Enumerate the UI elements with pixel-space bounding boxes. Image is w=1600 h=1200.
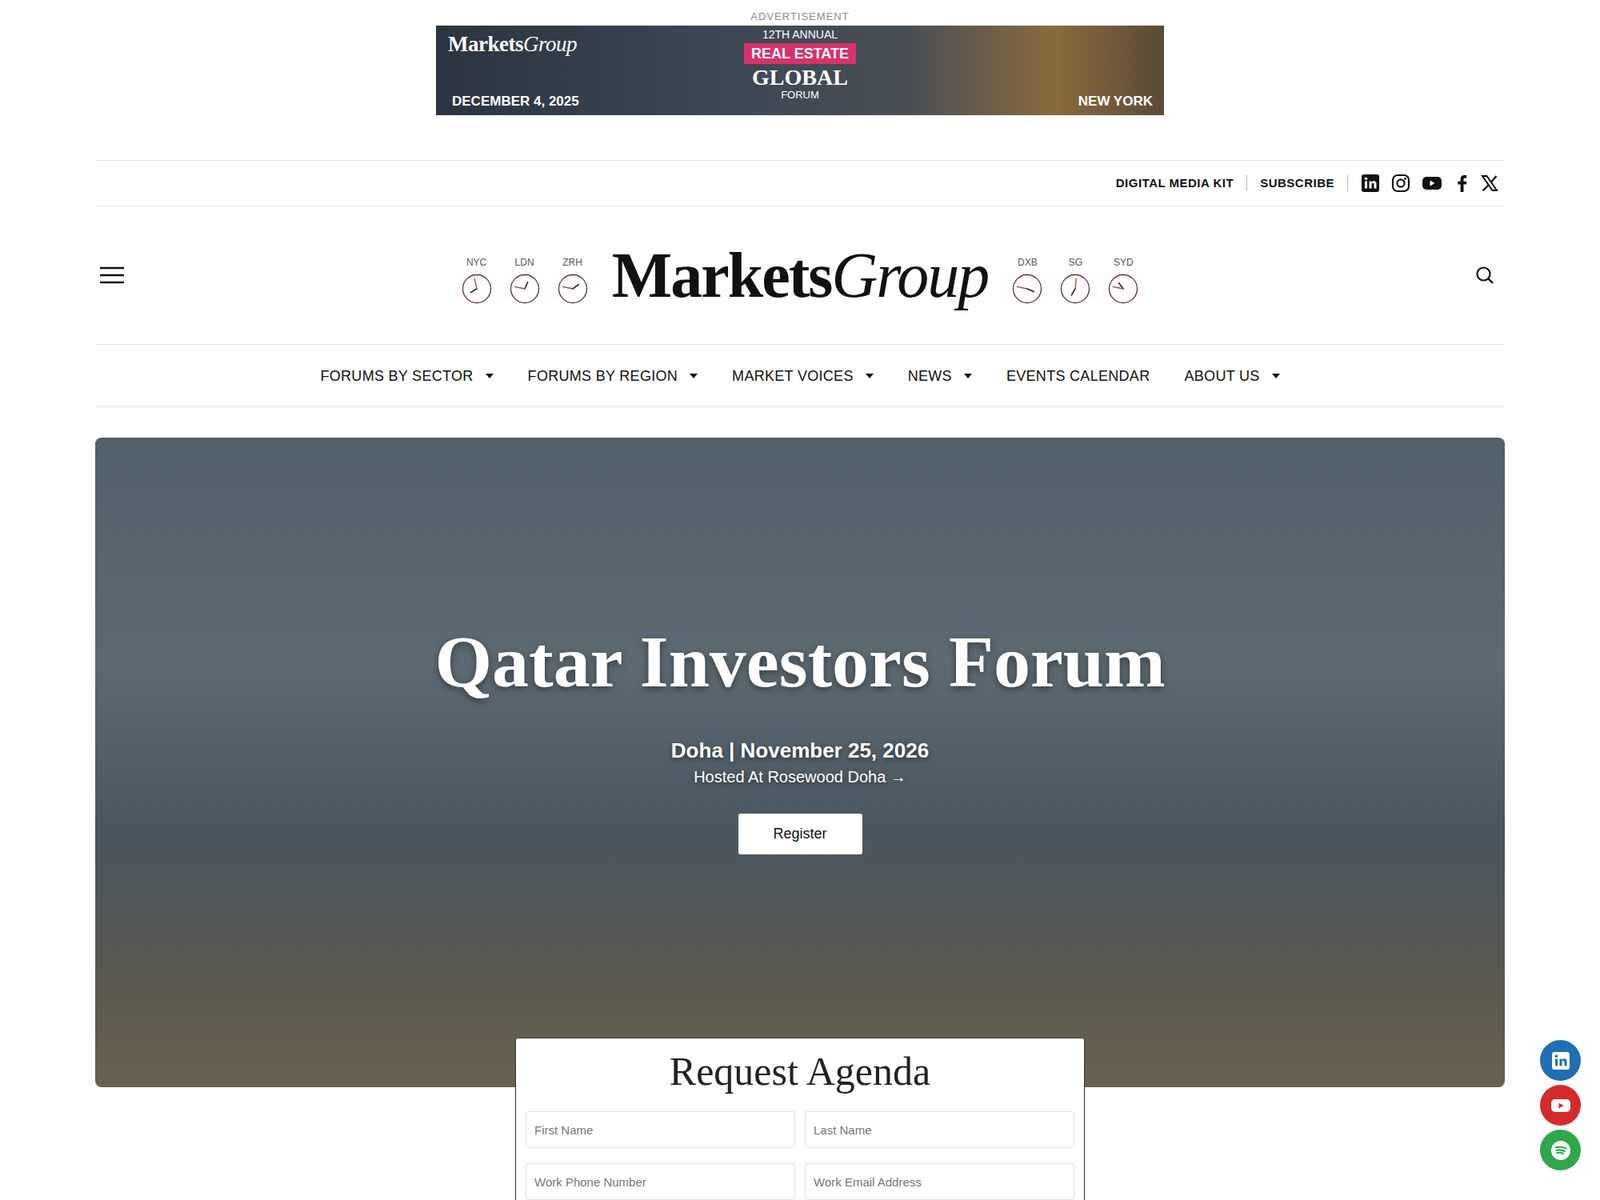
- floating-social: [1540, 1040, 1581, 1171]
- world-clock: DXB: [1012, 256, 1043, 304]
- linkedin-icon[interactable]: [1360, 173, 1380, 193]
- youtube-button[interactable]: [1540, 1084, 1581, 1126]
- header: NYC LDN ZRH MarketsGroup DXB SG SYD: [95, 206, 1505, 345]
- clock-label: SG: [1068, 256, 1083, 269]
- form-fields: [525, 1111, 1075, 1200]
- world-clock: SYD: [1108, 256, 1139, 304]
- clock-label: DXB: [1017, 256, 1038, 269]
- ad-title-block: 12TH ANNUAL REAL ESTATE GLOBAL FORUM: [436, 27, 1164, 101]
- nav-item[interactable]: MARKET VOICES: [732, 366, 874, 386]
- form-field[interactable]: [804, 1163, 1075, 1200]
- clock-label: ZRH: [562, 256, 583, 269]
- caret-icon: [865, 373, 874, 379]
- youtube-icon: [1550, 1096, 1572, 1115]
- ad-brand: MarketsGroup: [448, 30, 577, 58]
- caret-icon: [964, 373, 972, 379]
- x-icon[interactable]: [1480, 173, 1499, 193]
- hero-title: Qatar Investors Forum: [434, 618, 1165, 705]
- ad-brand-bold: Markets: [448, 32, 524, 56]
- separator: [1246, 175, 1248, 192]
- world-clock: SG: [1060, 256, 1091, 304]
- world-clock: LDN: [509, 256, 540, 304]
- form-title: Request Agenda: [525, 1046, 1075, 1096]
- ad-title: GLOBAL: [752, 65, 848, 90]
- clock-label: LDN: [515, 256, 535, 269]
- ad-badge: REAL ESTATE: [744, 43, 856, 64]
- clock-label: SYD: [1113, 256, 1134, 269]
- ad-brand-italic: Group: [523, 32, 577, 56]
- nav-label: NEWS: [908, 366, 952, 386]
- top-link[interactable]: DIGITAL MEDIA KIT: [1116, 175, 1234, 192]
- linkedin-button[interactable]: [1540, 1040, 1581, 1081]
- clock-label: NYC: [466, 256, 487, 269]
- logo-italic: Group: [831, 240, 988, 311]
- caret-icon: [1272, 373, 1280, 379]
- instagram-icon[interactable]: [1391, 173, 1411, 193]
- nav-item[interactable]: NEWS: [908, 366, 972, 386]
- clock-face-icon: [1108, 273, 1139, 304]
- search-icon[interactable]: [1474, 264, 1496, 286]
- ad-label: ADVERTISEMENT: [750, 9, 849, 24]
- caret-icon: [689, 373, 698, 379]
- register-button[interactable]: Register: [738, 813, 863, 855]
- youtube-icon[interactable]: [1421, 173, 1443, 193]
- menu-icon[interactable]: [98, 265, 126, 285]
- nav-item[interactable]: FORUMS BY SECTOR: [320, 366, 493, 386]
- clock-face-icon: [1012, 273, 1043, 304]
- nav-label: ABOUT US: [1184, 366, 1260, 386]
- top-link[interactable]: SUBSCRIBE: [1260, 175, 1335, 192]
- ad-date: DECEMBER 4, 2025: [452, 92, 580, 111]
- clock-face-icon: [557, 273, 588, 304]
- caret-icon: [485, 373, 494, 379]
- form-field[interactable]: [804, 1111, 1075, 1148]
- clock-face-icon: [1060, 273, 1091, 304]
- nav-label: FORUMS BY REGION: [528, 366, 679, 386]
- nav-label: MARKET VOICES: [732, 366, 854, 386]
- separator: [1347, 175, 1348, 192]
- request-agenda-form: Request Agenda: [515, 1037, 1085, 1200]
- ad-edition: 12TH ANNUAL: [762, 27, 838, 42]
- nav-label: FORUMS BY SECTOR: [320, 366, 473, 386]
- clock-face-icon: [509, 273, 540, 304]
- ad-city: NEW YORK: [1078, 92, 1153, 111]
- facebook-icon[interactable]: [1453, 173, 1470, 193]
- logo[interactable]: MarketsGroup: [612, 236, 989, 319]
- ad-subtitle: FORUM: [780, 89, 820, 101]
- advertisement: ADVERTISEMENT MarketsGroup DECEMBER 4, 2…: [0, 0, 1600, 116]
- clock-group: NYC LDN ZRH: [461, 251, 588, 304]
- header-center: NYC LDN ZRH MarketsGroup DXB SG SYD: [461, 232, 1140, 319]
- nav-label: EVENTS CALENDAR: [1006, 366, 1151, 386]
- ad-banner[interactable]: MarketsGroup DECEMBER 4, 2025 12TH ANNUA…: [436, 25, 1164, 116]
- hero: Qatar Investors Forum Doha | November 25…: [95, 437, 1505, 1088]
- hero-location-date: Doha | November 25, 2026: [671, 736, 929, 764]
- nav-item[interactable]: ABOUT US: [1184, 366, 1280, 386]
- social-links: [1360, 173, 1499, 193]
- main-nav: FORUMS BY SECTOR FORUMS BY REGION MARKET V…: [95, 344, 1505, 408]
- spotify-button[interactable]: [1540, 1129, 1581, 1171]
- world-clock: NYC: [461, 256, 492, 304]
- world-clock: ZRH: [557, 256, 588, 304]
- clock-group: DXB SG SYD: [1012, 251, 1139, 304]
- logo-bold: Markets: [612, 240, 832, 311]
- top-bar: DIGITAL MEDIA KIT SUBSCRIBE: [95, 160, 1505, 207]
- venue-link[interactable]: Hosted At Rosewood Doha →: [693, 765, 907, 788]
- clock-face-icon: [461, 273, 492, 304]
- linkedin-icon: [1551, 1051, 1571, 1071]
- nav-item[interactable]: EVENTS CALENDAR: [1006, 366, 1151, 386]
- nav-item[interactable]: FORUMS BY REGION: [528, 366, 699, 386]
- form-field[interactable]: [525, 1111, 796, 1148]
- spotify-icon: [1550, 1140, 1572, 1161]
- form-field[interactable]: [525, 1163, 796, 1200]
